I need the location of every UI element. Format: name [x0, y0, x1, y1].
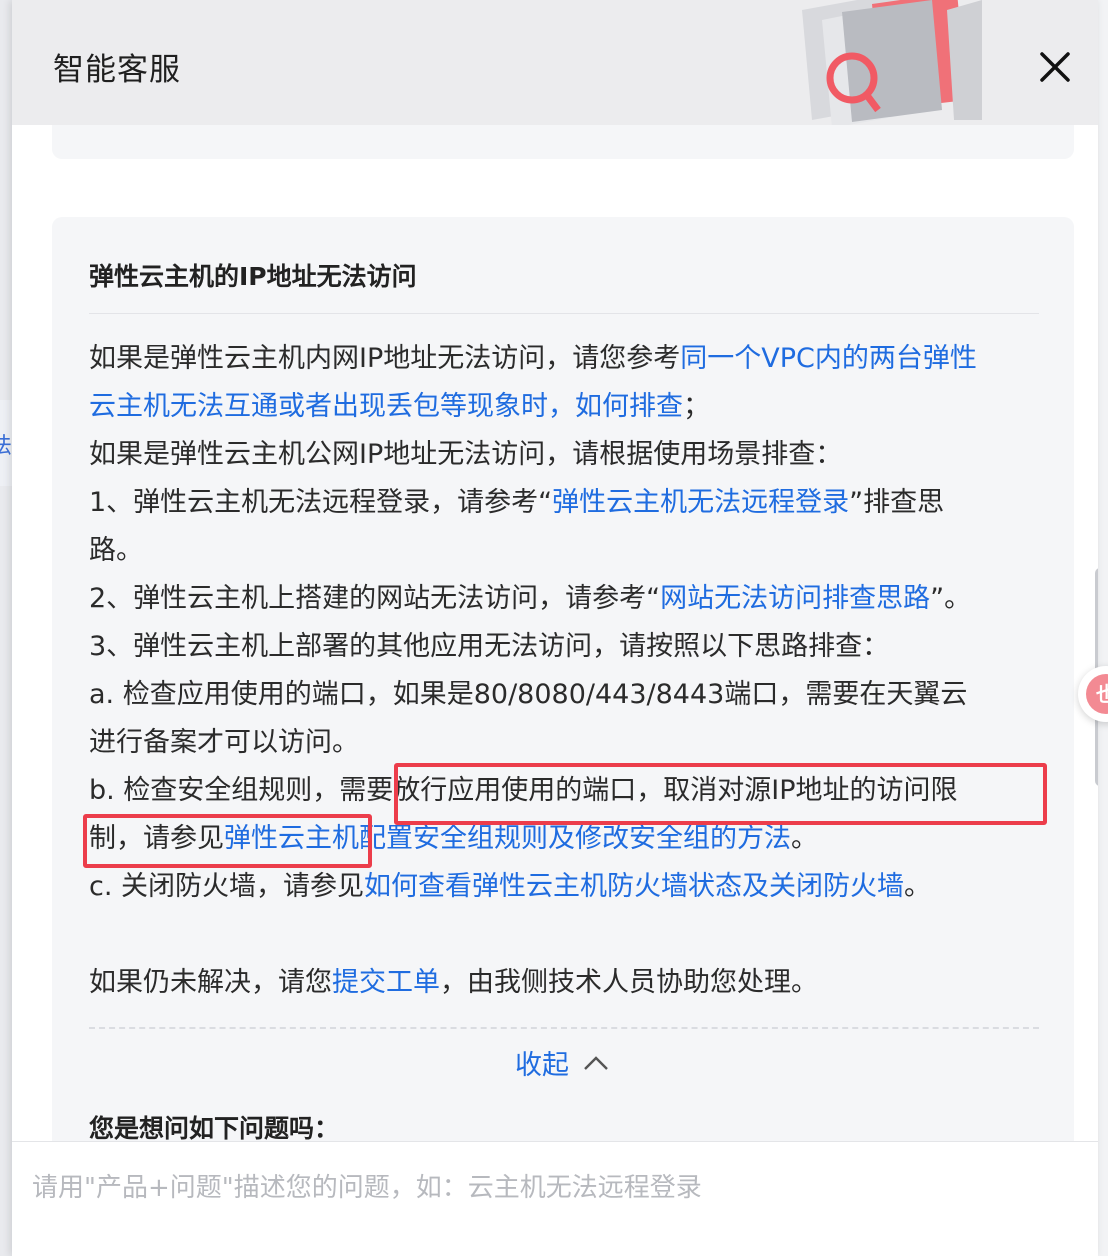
- answer-line: 进行备案才可以访问。: [89, 719, 1049, 767]
- answer-line: 如果仍未解决，请您提交工单，由我侧技术人员协助您处理。: [89, 959, 1049, 1007]
- highlight-box: [83, 814, 372, 868]
- answer-text: 3、弹性云主机上部署的其他应用无法访问，请按照以下思路排查：: [89, 631, 890, 662]
- answer-title: 弹性云主机的IP地址无法访问: [89, 262, 417, 291]
- answer-line: a. 检查应用使用的端口，如果是80/8080/443/8443端口，需要在天翼…: [89, 671, 1049, 719]
- answer-line: 路。: [89, 527, 1049, 575]
- question-input[interactable]: [32, 1160, 1072, 1216]
- input-area: [12, 1141, 1098, 1256]
- collapse-button[interactable]: 收起: [515, 1043, 609, 1082]
- answer-link[interactable]: 提交工单: [332, 967, 440, 998]
- previous-message-card: [52, 125, 1074, 159]
- answer-text: a. 检查应用使用的端口，如果是80/8080/443/8443端口，需要在天翼…: [89, 679, 968, 710]
- answer-text: 如果是弹性云主机内网IP地址无法访问，请您参考: [89, 343, 681, 374]
- answer-text: 进行备案才可以访问。: [89, 727, 359, 758]
- customer-service-panel: 智能客服 弹性云主机的IP地址无法访问 如果是弹性云主机内网IP地址无法访问，请…: [12, 0, 1098, 1256]
- answer-line: 1、弹性云主机无法远程登录，请参考“弹性云主机无法远程登录”排查思: [89, 479, 1049, 527]
- divider: [89, 1027, 1039, 1029]
- magnifier-illustration-icon: [802, 0, 982, 125]
- close-icon[interactable]: [1036, 48, 1074, 86]
- chevron-up-icon: [584, 1055, 608, 1070]
- answer-body: 如果是弹性云主机内网IP地址无法访问，请您参考同一个VPC内的两台弹性 云主机无法…: [89, 335, 1049, 1007]
- answer-text: 。: [904, 871, 932, 902]
- related-questions-title: 您是想问如下问题吗：: [89, 1114, 340, 1141]
- answer-line: 3、弹性云主机上部署的其他应用无法访问，请按照以下思路排查：: [89, 623, 1049, 671]
- answer-text: 路。: [89, 535, 143, 566]
- panel-title: 智能客服: [53, 52, 181, 88]
- answer-link[interactable]: 同一个VPC内的两台弹性: [680, 343, 977, 374]
- answer-line: 2、弹性云主机上搭建的网站无法访问，请参考“网站无法访问排查思路”。: [89, 575, 1049, 623]
- answer-text: 如果仍未解决，请您: [89, 967, 332, 998]
- panel-header: 智能客服: [12, 0, 1098, 125]
- answer-card: 弹性云主机的IP地址无法访问 如果是弹性云主机内网IP地址无法访问，请您参考同一…: [52, 217, 1074, 1141]
- answer-text: ，由我侧技术人员协助您处理。: [440, 967, 818, 998]
- answer-link[interactable]: 网站无法访问排查思路: [660, 583, 930, 614]
- answer-text: 如果是弹性云主机公网IP地址无法访问，请根据使用场景排查：: [89, 439, 843, 470]
- floating-assistant-label: 也: [1086, 674, 1108, 714]
- answer-line: 如果是弹性云主机公网IP地址无法访问，请根据使用场景排查：: [89, 431, 1049, 479]
- answer-line: 云主机无法互通或者出现丢包等现象时，如何排查；: [89, 383, 1049, 431]
- answer-text: ”。: [930, 583, 972, 614]
- answer-text: c. 关闭防火墙，请参见: [89, 871, 365, 902]
- answer-link[interactable]: 如何查看弹性云主机防火墙状态及关闭防火墙: [364, 871, 904, 902]
- answer-text: 1、弹性云主机无法远程登录，请参考“: [89, 487, 553, 518]
- answer-text: 。: [791, 823, 818, 854]
- answer-line: c. 关闭防火墙，请参见如何查看弹性云主机防火墙状态及关闭防火墙。: [89, 863, 1049, 911]
- background-page-left: [0, 0, 12, 1256]
- answer-link[interactable]: 云主机无法互通或者出现丢包等现象时，如何排查: [89, 391, 683, 422]
- divider: [89, 313, 1039, 314]
- answer-line: [89, 911, 1049, 959]
- background-tab: 法: [0, 400, 12, 486]
- answer-link[interactable]: 弹性云主机无法远程登录: [552, 487, 849, 518]
- answer-text: ；: [683, 391, 710, 422]
- answer-text: ”排查思: [849, 487, 945, 518]
- collapse-label: 收起: [515, 1050, 569, 1081]
- chat-scroll-area[interactable]: 弹性云主机的IP地址无法访问 如果是弹性云主机内网IP地址无法访问，请您参考同一…: [12, 125, 1098, 1141]
- highlight-box: [394, 763, 1047, 825]
- answer-text: 2、弹性云主机上搭建的网站无法访问，请参考“: [89, 583, 661, 614]
- answer-line: 如果是弹性云主机内网IP地址无法访问，请您参考同一个VPC内的两台弹性: [89, 335, 1049, 383]
